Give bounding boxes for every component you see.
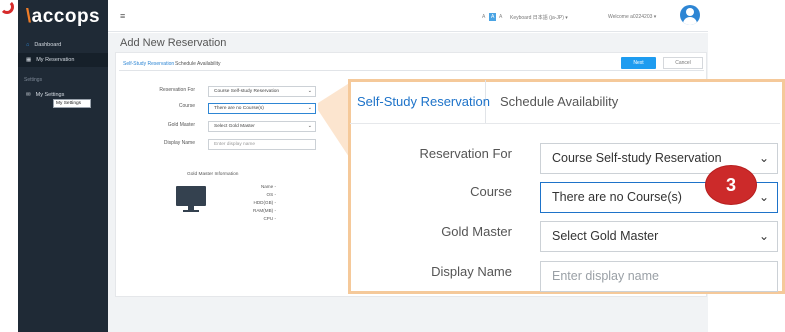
cancel-button[interactable]: Cancel [663, 57, 703, 69]
course-select[interactable]: There are no Course(s) ⌄ [208, 103, 316, 114]
logo: \accops [25, 6, 101, 27]
zoom-tab-self-study-reservation[interactable]: Self-Study Reservation [357, 94, 490, 109]
zoom-gold-master-select[interactable]: Select Gold Master ⌄ [540, 221, 778, 252]
menu-icon[interactable]: ≡ [120, 11, 125, 21]
tab-self-study-reservation[interactable]: Self-Study Reservation [123, 61, 174, 67]
page-title: Add New Reservation [120, 37, 227, 49]
my-settings-tooltip: My Settings [53, 99, 91, 108]
tab-divider [119, 70, 704, 71]
chevron-down-icon: ⌄ [758, 229, 769, 243]
zoom-gold-master-value: Select Gold Master [552, 229, 659, 243]
reservation-for-label: Reservation For [159, 87, 195, 93]
monitor-icon [176, 186, 206, 206]
info-row: RAM(MB) - [253, 208, 276, 213]
sidebar-item-label: My Settings [35, 92, 65, 98]
zoom-course-value: There are no Course(s) [552, 190, 682, 204]
chevron-down-icon: ⌄ [307, 123, 312, 129]
gold-master-label: Gold Master [167, 122, 195, 128]
user-menu[interactable]: Welcome a0224203 ▾ [608, 14, 656, 20]
reservation-for-value: Course Self-study Reservation [214, 89, 280, 94]
font-size-small[interactable]: A [482, 14, 485, 20]
avatar[interactable] [680, 5, 700, 25]
chevron-down-icon: ⌄ [307, 105, 312, 111]
gold-master-value: Select Gold Master [214, 124, 255, 129]
info-row: Name - [260, 184, 276, 189]
chevron-down-icon: ⌄ [307, 88, 312, 94]
sidebar: \accops ⌂ Dashboard ▦ My Reservation Set… [18, 0, 108, 332]
font-size-medium[interactable]: A [489, 13, 497, 21]
tab-schedule-availability[interactable]: Schedule Availability [175, 61, 221, 67]
zoom-display-name-label: Display Name [431, 264, 512, 279]
sidebar-item-dashboard[interactable]: ⌂ Dashboard [18, 38, 108, 52]
sidebar-item-my-reservation[interactable]: ▦ My Reservation [18, 53, 108, 67]
zoom-display-name-input[interactable]: Enter display name [540, 261, 778, 292]
sidebar-item-label: My Reservation [36, 57, 75, 63]
gold-master-info-title: Gold Master Information [187, 172, 239, 177]
step-marker-partial [0, 0, 14, 14]
dashboard-icon: ⌂ [26, 42, 30, 48]
info-row: OS - [266, 192, 276, 197]
zoom-tab-underline [350, 123, 780, 124]
monitor-base [183, 210, 199, 212]
zoom-reservation-for-value: Course Self-study Reservation [552, 151, 722, 165]
step-number-badge: 3 [706, 166, 756, 204]
chevron-down-icon: ⌄ [758, 190, 769, 204]
zoom-course-label: Course [470, 184, 512, 199]
reservation-for-select[interactable]: Course Self-study Reservation ⌄ [208, 86, 316, 97]
chevron-down-icon: ⌄ [758, 151, 769, 165]
display-name-label: Display Name [163, 140, 195, 146]
zoom-reservation-for-label: Reservation For [419, 146, 512, 161]
calendar-icon: ▦ [26, 57, 32, 63]
info-row: CPU - [263, 216, 276, 221]
top-bar: ≡ A A A Keyboard 日本語 (ja-JP) ▾ Welcome a… [108, 0, 708, 32]
gold-master-select[interactable]: Select Gold Master ⌄ [208, 121, 316, 132]
course-value: There are no Course(s) [214, 106, 264, 111]
next-button[interactable]: Next [621, 57, 656, 69]
zoom-tab-schedule-availability[interactable]: Schedule Availability [500, 94, 618, 109]
sidebar-section-label: Settings [24, 77, 43, 83]
font-size-large[interactable]: A [499, 14, 502, 20]
info-row: HDD(GB) - [253, 200, 276, 205]
keyboard-selector[interactable]: Keyboard 日本語 (ja-JP) ▾ [510, 14, 568, 21]
envelope-icon: ✉ [26, 92, 31, 98]
zoom-gold-master-label: Gold Master [441, 224, 512, 239]
course-label: Course [178, 103, 195, 109]
display-name-input[interactable]: Enter display name [208, 139, 316, 150]
sidebar-item-label: Dashboard [34, 42, 62, 48]
